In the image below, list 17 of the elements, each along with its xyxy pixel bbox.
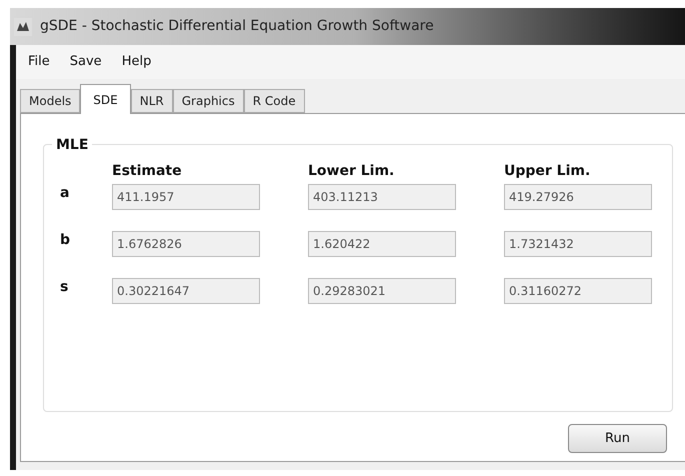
window-title: gSDE - Stochastic Differential Equation Growth Software (40, 17, 434, 36)
column-header: Upper Lim. (504, 162, 592, 181)
parameter-label: s (59, 278, 70, 296)
tab[interactable]: NLR (130, 89, 173, 113)
menu-item[interactable]: Save (62, 52, 110, 72)
parameter-label: a (59, 184, 70, 202)
menu-item[interactable]: File (20, 52, 58, 72)
menu-item[interactable]: Help (114, 52, 160, 72)
tab[interactable]: SDE (80, 84, 131, 114)
run-button[interactable]: Run (568, 424, 667, 453)
tab[interactable]: R Code (244, 89, 305, 113)
column-header: Lower Lim. (308, 162, 396, 181)
parameter-label: b (59, 230, 72, 250)
app-logo-icon (14, 18, 32, 36)
column-header: Estimate (112, 162, 183, 181)
tab[interactable]: Graphics (172, 89, 244, 113)
tab[interactable]: Models (20, 89, 80, 113)
